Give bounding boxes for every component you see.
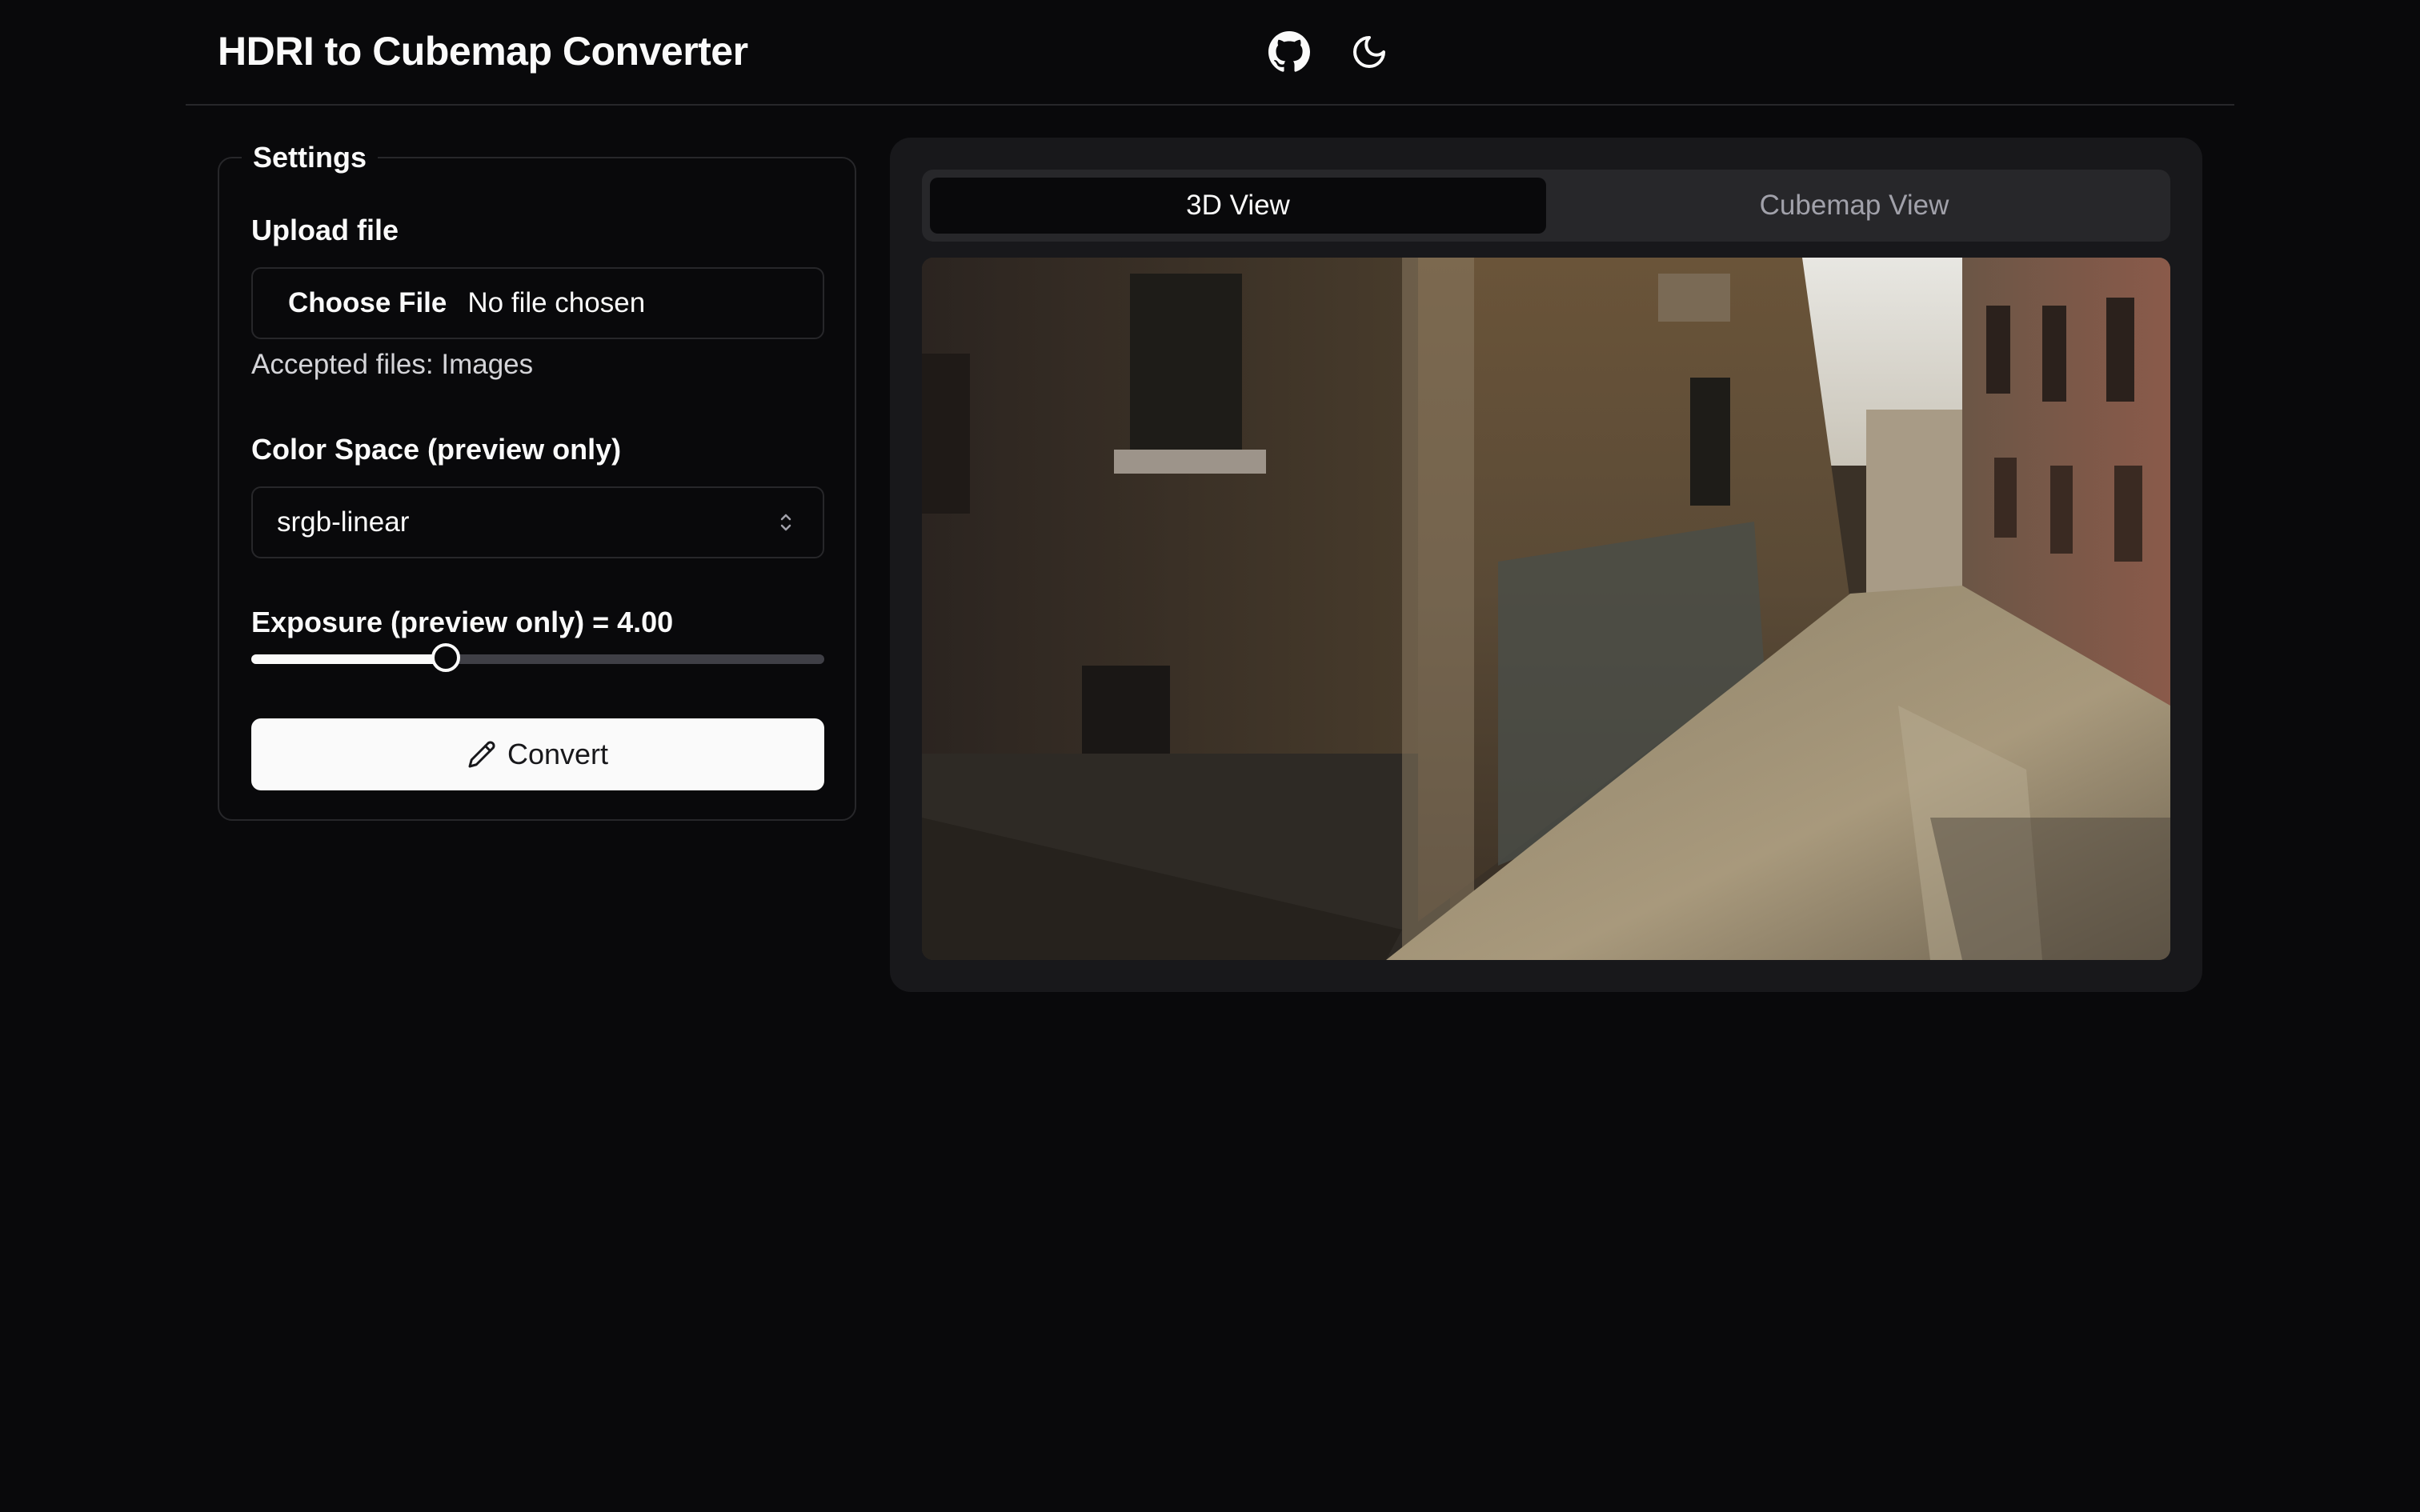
view-tabs: 3D View Cubemap View <box>922 170 2170 242</box>
color-space-value: srgb-linear <box>277 506 410 538</box>
exposure-slider-fill <box>251 654 446 664</box>
theme-toggle-button[interactable] <box>1341 24 1397 80</box>
settings-panel: Settings Upload file Choose File No file… <box>218 138 856 821</box>
file-status-text: No file chosen <box>467 287 646 318</box>
moon-icon <box>1353 36 1385 68</box>
color-space-label: Color Space (preview only) <box>251 433 622 466</box>
app-page: HDRI to Cubemap Converter Settings Uploa… <box>0 0 2420 1512</box>
settings-legend: Settings <box>242 138 379 178</box>
3d-viewer-canvas[interactable] <box>922 258 2170 960</box>
chevron-up-down-icon <box>780 514 791 531</box>
pencil-icon <box>468 741 495 768</box>
exposure-slider[interactable] <box>251 643 824 675</box>
upload-file-label: Upload file <box>251 214 399 246</box>
exposure-label: Exposure (preview only) = 4.00 <box>251 606 674 638</box>
app-header: HDRI to Cubemap Converter <box>186 0 2234 106</box>
tab-3d-view[interactable]: 3D View <box>930 178 1546 234</box>
page-title: HDRI to Cubemap Converter <box>218 29 748 74</box>
convert-label: Convert <box>507 738 609 770</box>
convert-button[interactable]: Convert <box>251 718 824 790</box>
hdri-scene-image <box>922 258 2170 960</box>
tab-cubemap-view[interactable]: Cubemap View <box>1546 178 2162 234</box>
choose-file-button[interactable]: Choose File <box>288 287 447 319</box>
accepted-files-helper: Accepted files: Images <box>251 349 534 380</box>
color-space-select[interactable]: srgb-linear <box>251 486 824 558</box>
github-icon <box>1268 31 1310 72</box>
exposure-slider-thumb[interactable] <box>431 643 460 672</box>
file-upload-input[interactable]: Choose File No file chosen <box>251 267 824 339</box>
preview-panel: 3D View Cubemap View <box>890 138 2202 992</box>
github-link[interactable] <box>1261 24 1317 80</box>
